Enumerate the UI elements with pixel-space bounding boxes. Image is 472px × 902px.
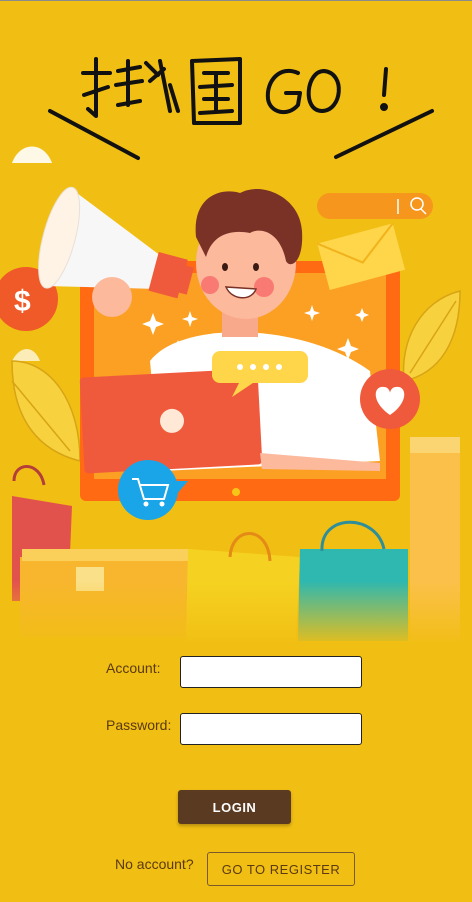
password-input[interactable]: [180, 713, 362, 745]
login-button[interactable]: LOGIN: [178, 790, 291, 824]
hero-banner: $: [0, 1, 472, 641]
shopping-promo-illustration: $: [0, 57, 472, 641]
no-account-text: No account?: [115, 856, 194, 872]
password-label: Password:: [106, 717, 172, 733]
account-input[interactable]: [180, 656, 362, 688]
go-to-register-button[interactable]: GO TO REGISTER: [207, 852, 355, 886]
account-label: Account:: [106, 660, 161, 676]
handwritten-logo: [81, 57, 388, 125]
svg-text:$: $: [14, 285, 31, 318]
